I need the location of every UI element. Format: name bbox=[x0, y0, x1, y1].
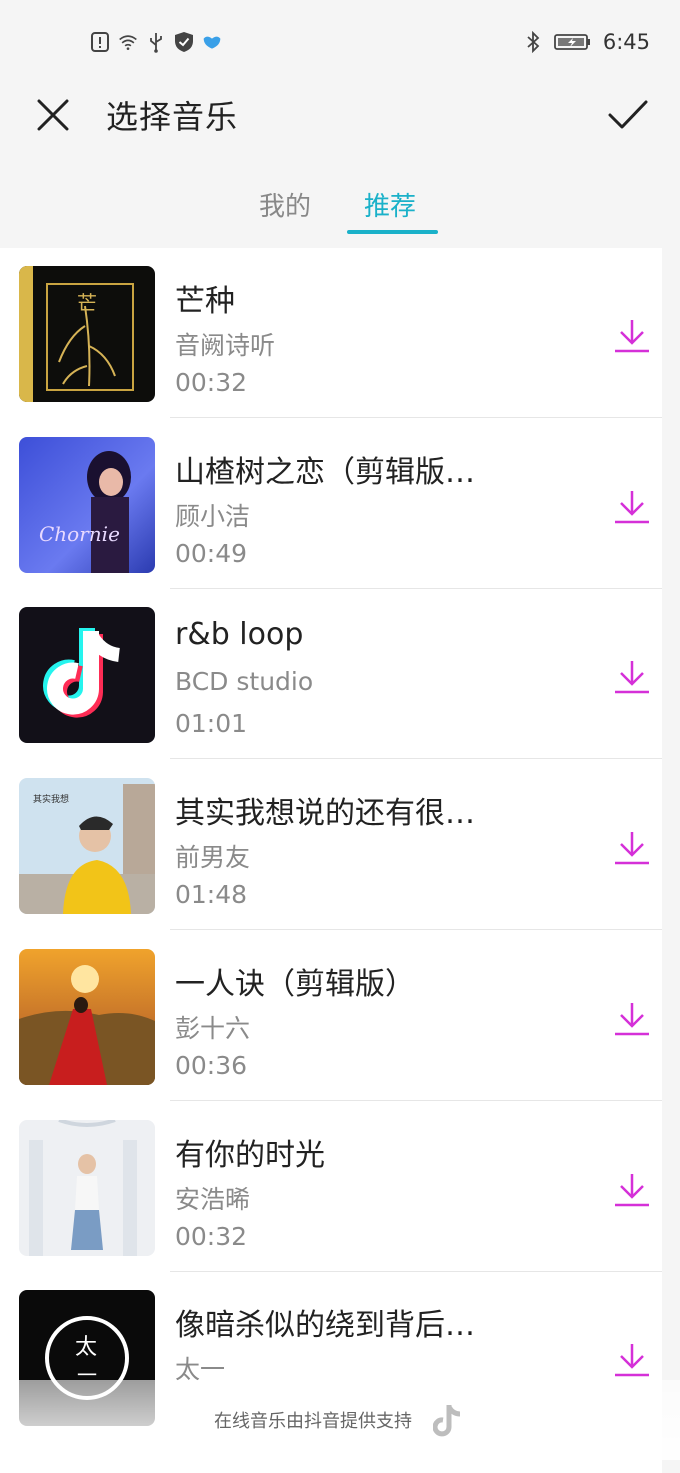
list-item[interactable]: 有你的时光 安浩晞 00:32 bbox=[0, 1102, 662, 1272]
confirm-button[interactable] bbox=[604, 92, 652, 138]
download-icon bbox=[615, 1003, 649, 1036]
song-title: 像暗杀似的绕到背后… bbox=[175, 1308, 475, 1343]
download-button[interactable] bbox=[612, 487, 652, 527]
close-icon bbox=[37, 99, 69, 131]
song-title: r&b loop bbox=[175, 617, 304, 652]
song-artist: 彭十六 bbox=[175, 1014, 251, 1043]
song-artist: BCD studio bbox=[175, 667, 314, 696]
list-item[interactable]: Chornie 山楂树之恋（剪辑版… 顾小洁 00:49 bbox=[0, 419, 662, 589]
list-item[interactable]: r&b loop BCD studio 01:01 bbox=[0, 589, 662, 759]
song-artist: 安浩晞 bbox=[175, 1185, 251, 1214]
svg-text:其实我想: 其实我想 bbox=[33, 793, 69, 805]
download-icon bbox=[615, 320, 649, 353]
status-time: 6:45 bbox=[602, 30, 650, 54]
usb-icon bbox=[146, 32, 166, 53]
download-button[interactable] bbox=[612, 828, 652, 868]
song-title: 其实我想说的还有很… bbox=[175, 796, 475, 831]
bluetooth-icon bbox=[523, 31, 543, 53]
tab-bar: 我的 推荐 bbox=[0, 176, 680, 238]
album-cover: Chornie bbox=[19, 437, 155, 573]
album-cover bbox=[19, 607, 155, 743]
album-cover bbox=[19, 949, 155, 1085]
download-button[interactable] bbox=[612, 999, 652, 1039]
song-title: 芒种 bbox=[175, 284, 235, 319]
song-list: 芒 芒种 音阙诗听 00:32 Chornie 山楂树之恋（剪辑版… 顾小洁 0… bbox=[0, 248, 662, 1473]
list-item[interactable]: 其实我想 其实我想说的还有很… 前男友 01:48 bbox=[0, 760, 662, 930]
song-title: 一人诀（剪辑版） bbox=[175, 967, 415, 1002]
tab-active-indicator bbox=[347, 230, 438, 234]
alert-icon bbox=[90, 32, 110, 52]
svg-text:Chornie: Chornie bbox=[39, 522, 120, 546]
song-duration: 00:32 bbox=[175, 368, 248, 397]
divider bbox=[170, 1100, 662, 1101]
svg-text:太: 太 bbox=[75, 1335, 97, 1360]
song-duration: 00:36 bbox=[175, 1051, 248, 1080]
list-item[interactable]: 一人诀（剪辑版） 彭十六 00:36 bbox=[0, 931, 662, 1101]
download-button[interactable] bbox=[612, 1340, 652, 1380]
check-icon bbox=[608, 100, 648, 129]
download-button[interactable] bbox=[612, 657, 652, 697]
tab-mine[interactable]: 我的 bbox=[259, 186, 311, 223]
status-bar: 6:45 bbox=[0, 0, 680, 84]
download-button[interactable] bbox=[612, 1170, 652, 1210]
song-duration: 00:32 bbox=[175, 1222, 248, 1251]
song-artist: 音阙诗听 bbox=[175, 331, 276, 360]
shield-icon bbox=[174, 32, 194, 52]
song-duration: 01:48 bbox=[175, 880, 248, 909]
wifi-icon bbox=[118, 32, 138, 52]
album-cover: 其实我想 bbox=[19, 778, 155, 914]
album-cover bbox=[19, 1120, 155, 1256]
album-cover: 芒 bbox=[19, 266, 155, 402]
song-artist: 顾小洁 bbox=[175, 502, 251, 531]
footer-text: 在线音乐由抖音提供支持 bbox=[214, 1411, 412, 1432]
download-icon bbox=[615, 832, 649, 865]
song-artist: 前男友 bbox=[175, 843, 251, 872]
song-duration: 00:49 bbox=[175, 539, 248, 568]
download-button[interactable] bbox=[612, 316, 652, 356]
song-title: 有你的时光 bbox=[175, 1138, 325, 1173]
header: 选择音乐 bbox=[0, 84, 680, 146]
app-notification-icon bbox=[202, 32, 222, 52]
tab-recommended[interactable]: 推荐 bbox=[364, 186, 416, 223]
song-duration: 01:01 bbox=[175, 709, 248, 738]
download-icon bbox=[615, 1174, 649, 1207]
divider bbox=[170, 929, 662, 930]
footer-attribution: 在线音乐由抖音提供支持 bbox=[0, 1380, 680, 1460]
song-title: 山楂树之恋（剪辑版… bbox=[175, 455, 475, 490]
svg-text:芒: 芒 bbox=[77, 291, 97, 315]
divider bbox=[170, 758, 662, 759]
page-title: 选择音乐 bbox=[106, 98, 239, 136]
battery-icon bbox=[553, 32, 593, 52]
download-icon bbox=[615, 1344, 649, 1377]
download-icon bbox=[615, 661, 649, 694]
list-item[interactable]: 芒 芒种 音阙诗听 00:32 bbox=[0, 248, 662, 418]
download-icon bbox=[615, 491, 649, 524]
divider bbox=[170, 417, 662, 418]
status-icons-left bbox=[90, 32, 222, 53]
status-icons-right: 6:45 bbox=[523, 30, 650, 54]
close-button[interactable] bbox=[32, 94, 74, 136]
tiktok-logo-icon bbox=[432, 1402, 466, 1438]
